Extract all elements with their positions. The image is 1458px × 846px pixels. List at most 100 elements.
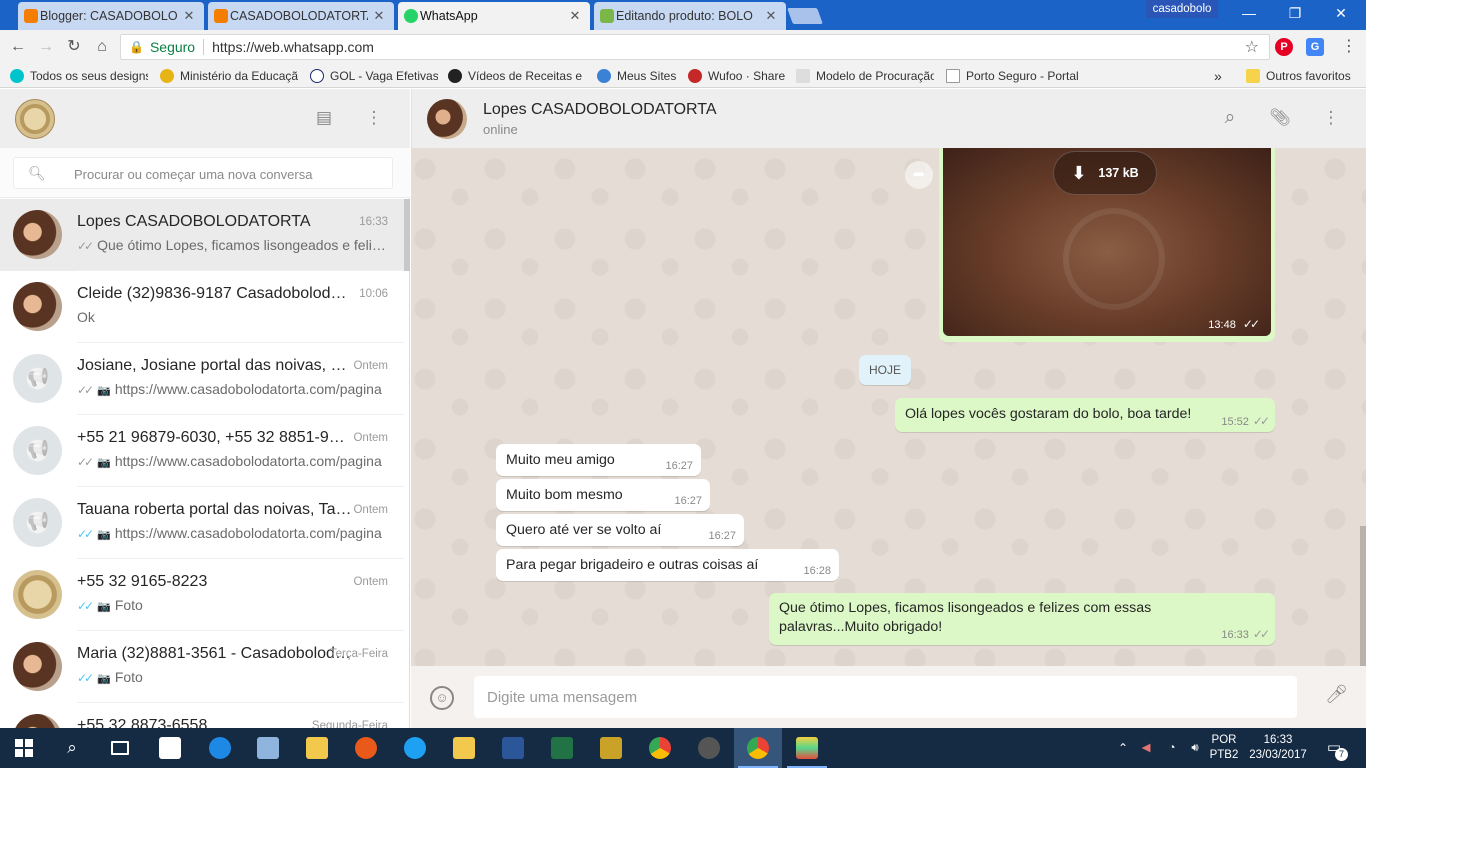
chat-last-message: ✓✓ 📷 https://www.casadobolodatorta.com/pag… — [77, 525, 387, 541]
chat-list-item[interactable]: 📢 +55 21 96879-6030, +55 32 8851-9500 Onte… — [0, 415, 404, 487]
close-tab-icon[interactable]: ✕ — [372, 8, 386, 24]
broadcast-icon: 📢 — [27, 367, 50, 387]
chat-time: Terça-Feira — [329, 648, 388, 660]
camera-icon: 📷 — [97, 601, 111, 613]
bookmark-item[interactable]: Porto Seguro - Portal — [946, 68, 1078, 83]
edge-app[interactable] — [196, 728, 244, 768]
warning-icon[interactable]: ◀ — [1136, 728, 1156, 768]
microphone-icon[interactable]: 🎤︎ — [1325, 684, 1348, 710]
file-explorer-app[interactable] — [293, 728, 341, 768]
clock[interactable]: 16:33 23/03/2017 — [1244, 728, 1312, 768]
browser-tab-blogger-2[interactable]: CASADOBOLODATORTA: ✕ — [208, 2, 394, 30]
search-icon[interactable]: ⌕ — [1219, 108, 1241, 128]
sidebar-scrollbar[interactable] — [404, 199, 410, 271]
bookmark-item[interactable]: Vídeos de Receitas e C — [448, 68, 583, 83]
bookmark-item[interactable]: Wufoo · Share — [688, 68, 786, 83]
image-time: 13:48 — [1208, 319, 1236, 331]
bookmark-item[interactable]: Todos os seus designs — [10, 68, 148, 83]
browser-tab-whatsapp[interactable]: WhatsApp ✕ — [398, 2, 590, 30]
outgoing-message[interactable]: Olá lopes vocês gostaram do bolo, boa ta… — [895, 398, 1275, 432]
action-center-icon[interactable]: ▭ 7 — [1322, 728, 1348, 768]
browser-tab-editando-produto[interactable]: Editando produto: BOLO ✕ — [594, 2, 786, 30]
word-app[interactable] — [489, 728, 537, 768]
bookmark-star-icon[interactable]: ☆ — [1245, 37, 1259, 57]
app-pinned[interactable] — [587, 728, 635, 768]
chat-list-item[interactable]: +55 32 8873-6558 Segunda-Feira — [0, 703, 404, 728]
search-input[interactable] — [74, 164, 374, 184]
camera-icon: 📷 — [97, 457, 111, 469]
tab-title: CASADOBOLODATORTA: — [230, 9, 368, 23]
bookmarks-overflow-button[interactable]: » — [1214, 68, 1222, 84]
forward-arrow-icon[interactable]: → — [35, 36, 57, 58]
chat-list-item[interactable]: 📢 Tauana roberta portal das noivas, Tauan… — [0, 487, 404, 559]
task-view-icon[interactable] — [96, 728, 144, 768]
translate-icon[interactable]: G — [1306, 38, 1324, 56]
volume-icon[interactable]: 🔊︎ — [1184, 728, 1206, 768]
excel-app[interactable] — [538, 728, 586, 768]
bookmark-item[interactable]: GOL - Vaga Efetivas — [310, 68, 438, 83]
incoming-message[interactable]: Muito bom mesmo 16:27 — [496, 479, 710, 511]
close-tab-icon[interactable]: ✕ — [568, 8, 582, 24]
internet-explorer-app[interactable] — [391, 728, 439, 768]
url-text[interactable]: https://web.whatsapp.com — [212, 39, 374, 55]
close-tab-icon[interactable]: ✕ — [764, 8, 778, 24]
browser-tab-blogger-1[interactable]: Blogger: CASADOBOLOD ✕ — [18, 2, 204, 30]
my-profile-avatar[interactable] — [15, 99, 55, 139]
incoming-message[interactable]: Para pegar brigadeiro e outras coisas aí… — [496, 549, 839, 581]
bookmark-item[interactable]: Meus Sites — [597, 68, 679, 83]
new-tab-button[interactable] — [787, 8, 823, 24]
chat-list-item[interactable]: Maria (32)8881-3561 - Casadobolodatorta T… — [0, 631, 404, 703]
menu-dots-icon[interactable]: ⋮ — [363, 108, 385, 128]
app-pinned[interactable] — [440, 728, 488, 768]
emoji-icon[interactable]: ☺ — [430, 686, 454, 710]
conversation-header[interactable]: Lopes CASADOBOLODATORTA online ⌕ 📎︎ ⋮ — [411, 89, 1366, 148]
messages-scrollbar[interactable] — [1360, 526, 1366, 666]
contact-avatar[interactable] — [427, 99, 467, 139]
bluestacks-app[interactable] — [783, 728, 831, 768]
menu-dots-icon[interactable]: ⋮ — [1320, 108, 1342, 128]
contact-status: online — [483, 122, 518, 137]
attach-paperclip-icon[interactable]: 📎︎ — [1269, 108, 1291, 128]
store-app[interactable] — [146, 728, 194, 768]
bookmark-item[interactable]: Modelo de Procuração — [796, 68, 934, 83]
reload-icon[interactable]: ↻ — [63, 36, 85, 58]
blogger-icon — [214, 9, 228, 23]
broadcast-icon: 📢 — [27, 439, 50, 459]
search-icon[interactable]: ⌕ — [48, 728, 96, 768]
address-bar[interactable]: 🔒 Seguro https://web.whatsapp.com ☆ — [120, 34, 1270, 60]
input-language[interactable]: POR PTB2 — [1206, 728, 1242, 768]
chat-list-item[interactable]: Cleide (32)9836-9187 Casadobolodatorta 10… — [0, 271, 404, 343]
incoming-message[interactable]: Quero até ver se volto aí 16:27 — [496, 514, 744, 546]
new-chat-icon[interactable]: ▤ — [313, 108, 335, 128]
close-tab-icon[interactable]: ✕ — [182, 8, 196, 24]
message-input[interactable] — [474, 676, 1297, 718]
restore-icon[interactable]: ❐ — [1272, 0, 1318, 28]
close-window-icon[interactable]: ✕ — [1318, 0, 1364, 28]
firefox-app[interactable] — [342, 728, 390, 768]
chrome-app[interactable] — [636, 728, 684, 768]
forward-icon[interactable]: ➦ — [905, 161, 933, 189]
download-image-button[interactable]: ⬇ 137 kB — [1053, 151, 1157, 195]
show-hidden-icons[interactable]: ⌃ — [1113, 728, 1133, 768]
chrome-menu-icon[interactable]: ⋮ — [1338, 36, 1360, 58]
wifi-icon[interactable]: ◔ — [1160, 728, 1184, 768]
other-bookmarks-folder[interactable]: Outros favoritos — [1246, 68, 1358, 83]
minimize-icon[interactable]: — — [1226, 0, 1272, 28]
chrome-running-app[interactable] — [734, 728, 782, 768]
chat-list-item[interactable]: +55 32 9165-8223 Ontem ✓✓ 📷 Foto — [0, 559, 404, 631]
app-pinned[interactable] — [685, 728, 733, 768]
pinterest-icon[interactable]: P — [1275, 38, 1293, 56]
back-arrow-icon[interactable]: ← — [7, 36, 29, 58]
outgoing-message[interactable]: Que ótimo Lopes, ficamos lisongeados e f… — [769, 593, 1275, 645]
search-box[interactable]: 🔍︎ — [13, 157, 393, 189]
app-pinned[interactable] — [244, 728, 292, 768]
bookmark-item[interactable]: Ministério da Educação — [160, 68, 298, 83]
start-button[interactable] — [0, 728, 48, 768]
home-icon[interactable]: ⌂ — [91, 36, 113, 58]
image-message[interactable]: ⬇ 137 kB 13:48 ✓✓ — [939, 148, 1275, 342]
profile-name-badge[interactable]: casadobolo — [1146, 0, 1218, 18]
double-check-icon: ✓✓ — [77, 527, 94, 541]
chat-list-item[interactable]: 📢 Josiane, Josiane portal das noivas, Jos… — [0, 343, 404, 415]
chat-list-item[interactable]: Lopes CASADOBOLODATORTA 16:33 ✓✓ Que ótimo … — [0, 199, 404, 271]
incoming-message[interactable]: Muito meu amigo 16:27 — [496, 444, 701, 476]
